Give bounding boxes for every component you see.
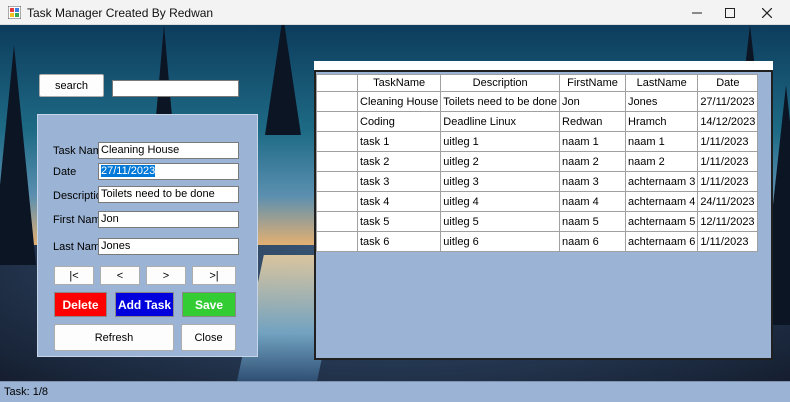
table-row[interactable]: Cleaning House Toilets need to be done J… xyxy=(316,91,759,112)
cell-lastname[interactable]: achternaam 6 xyxy=(625,231,699,252)
next-record-button[interactable]: > xyxy=(146,266,186,285)
close-window-button[interactable] xyxy=(744,0,790,25)
cell-taskname[interactable]: Coding xyxy=(356,111,442,132)
cell-taskname[interactable]: task 4 xyxy=(356,191,442,212)
save-button[interactable]: Save xyxy=(182,292,236,317)
cell-lastname[interactable]: achternaam 5 xyxy=(625,211,699,232)
last-name-field[interactable]: Jones xyxy=(98,238,239,255)
date-field[interactable]: 27/11/2023 xyxy=(98,163,239,180)
cell-date[interactable]: 1/11/2023 xyxy=(697,151,759,172)
cell-taskname[interactable]: task 6 xyxy=(356,231,442,252)
row-header[interactable] xyxy=(316,131,358,152)
cell-description[interactable]: uitleg 5 xyxy=(440,211,561,232)
minimize-icon xyxy=(692,12,702,13)
cell-lastname[interactable]: naam 1 xyxy=(625,131,699,152)
cell-date[interactable]: 1/11/2023 xyxy=(697,231,759,252)
date-label: Date xyxy=(53,166,77,178)
cell-date[interactable]: 14/12/2023 xyxy=(697,111,759,132)
close-button[interactable]: Close xyxy=(181,324,236,351)
row-header[interactable] xyxy=(316,191,358,212)
background-tree xyxy=(265,25,301,135)
cell-description[interactable]: uitleg 3 xyxy=(440,171,561,192)
app-icon xyxy=(8,6,21,19)
column-header-description[interactable]: Description xyxy=(440,74,561,92)
cell-taskname[interactable]: task 1 xyxy=(356,131,442,152)
cell-firstname[interactable]: naam 3 xyxy=(559,171,627,192)
first-name-field[interactable]: Jon xyxy=(98,211,239,228)
task-table: TaskName Description FirstName LastName … xyxy=(316,74,759,252)
cell-firstname[interactable]: Redwan xyxy=(559,111,627,132)
column-header-taskname[interactable]: TaskName xyxy=(356,74,442,92)
row-header[interactable] xyxy=(316,91,358,112)
cell-taskname[interactable]: task 5 xyxy=(356,211,442,232)
cell-lastname[interactable]: Hramch xyxy=(625,111,699,132)
status-bar: Task: 1/8 xyxy=(0,381,790,402)
cell-date[interactable]: 1/11/2023 xyxy=(697,131,759,152)
last-record-button[interactable]: >| xyxy=(192,266,236,285)
cell-firstname[interactable]: naam 5 xyxy=(559,211,627,232)
cell-description[interactable]: uitleg 4 xyxy=(440,191,561,212)
grid-top-strip xyxy=(314,61,773,70)
title-bar: Task Manager Created By Redwan xyxy=(0,0,790,25)
cell-description[interactable]: uitleg 2 xyxy=(440,151,561,172)
row-header[interactable] xyxy=(316,171,358,192)
cell-date[interactable]: 27/11/2023 xyxy=(697,91,759,112)
first-record-button[interactable]: |< xyxy=(54,266,94,285)
cell-firstname[interactable]: naam 1 xyxy=(559,131,627,152)
table-row[interactable]: task 6 uitleg 6 naam 6 achternaam 6 1/11… xyxy=(316,231,759,252)
table-row[interactable]: task 2 uitleg 2 naam 2 naam 2 1/11/2023 xyxy=(316,151,759,172)
table-row[interactable]: task 3 uitleg 3 naam 3 achternaam 3 1/11… xyxy=(316,171,759,192)
cell-lastname[interactable]: naam 2 xyxy=(625,151,699,172)
status-text: Task: 1/8 xyxy=(4,386,49,398)
search-input[interactable] xyxy=(112,80,239,97)
delete-button[interactable]: Delete xyxy=(54,292,107,317)
cell-description[interactable]: Deadline Linux xyxy=(440,111,561,132)
task-name-field[interactable]: Cleaning House xyxy=(98,142,239,159)
refresh-button[interactable]: Refresh xyxy=(54,324,174,351)
cell-lastname[interactable]: achternaam 3 xyxy=(625,171,699,192)
cell-description[interactable]: uitleg 6 xyxy=(440,231,561,252)
cell-firstname[interactable]: Jon xyxy=(559,91,627,112)
column-header-firstname[interactable]: FirstName xyxy=(559,74,627,92)
cell-firstname[interactable]: naam 2 xyxy=(559,151,627,172)
row-header[interactable] xyxy=(316,151,358,172)
maximize-icon xyxy=(725,7,735,18)
cell-date[interactable]: 24/11/2023 xyxy=(697,191,759,212)
cell-date[interactable]: 12/11/2023 xyxy=(697,211,759,232)
cell-firstname[interactable]: naam 6 xyxy=(559,231,627,252)
description-field[interactable]: Toilets need to be done xyxy=(98,186,239,203)
date-field-selected-text: 27/11/2023 xyxy=(101,165,156,177)
cell-date[interactable]: 1/11/2023 xyxy=(697,171,759,192)
table-header-row: TaskName Description FirstName LastName … xyxy=(316,74,759,92)
column-header-lastname[interactable]: LastName xyxy=(625,74,699,92)
table-row[interactable]: Coding Deadline Linux Redwan Hramch 14/1… xyxy=(316,111,759,132)
row-header[interactable] xyxy=(316,111,358,132)
cell-taskname[interactable]: task 3 xyxy=(356,171,442,192)
row-header-corner[interactable] xyxy=(316,74,358,92)
row-header[interactable] xyxy=(316,231,358,252)
add-task-button[interactable]: Add Task xyxy=(115,292,174,317)
table-row[interactable]: task 5 uitleg 5 naam 5 achternaam 5 12/1… xyxy=(316,211,759,232)
cell-lastname[interactable]: Jones xyxy=(625,91,699,112)
cell-firstname[interactable]: naam 4 xyxy=(559,191,627,212)
cell-taskname[interactable]: task 2 xyxy=(356,151,442,172)
cell-description[interactable]: Toilets need to be done xyxy=(440,91,561,112)
row-header[interactable] xyxy=(316,211,358,232)
background-tree xyxy=(0,45,36,265)
column-header-date[interactable]: Date xyxy=(697,74,759,92)
cell-description[interactable]: uitleg 1 xyxy=(440,131,561,152)
table-row[interactable]: task 1 uitleg 1 naam 1 naam 1 1/11/2023 xyxy=(316,131,759,152)
previous-record-button[interactable]: < xyxy=(100,266,140,285)
task-grid[interactable]: TaskName Description FirstName LastName … xyxy=(314,70,773,360)
search-button[interactable]: search xyxy=(39,74,104,97)
cell-taskname[interactable]: Cleaning House xyxy=(356,91,442,112)
close-icon xyxy=(762,7,772,18)
window-title: Task Manager Created By Redwan xyxy=(27,6,214,20)
table-row[interactable]: task 4 uitleg 4 naam 4 achternaam 4 24/1… xyxy=(316,191,759,212)
cell-lastname[interactable]: achternaam 4 xyxy=(625,191,699,212)
